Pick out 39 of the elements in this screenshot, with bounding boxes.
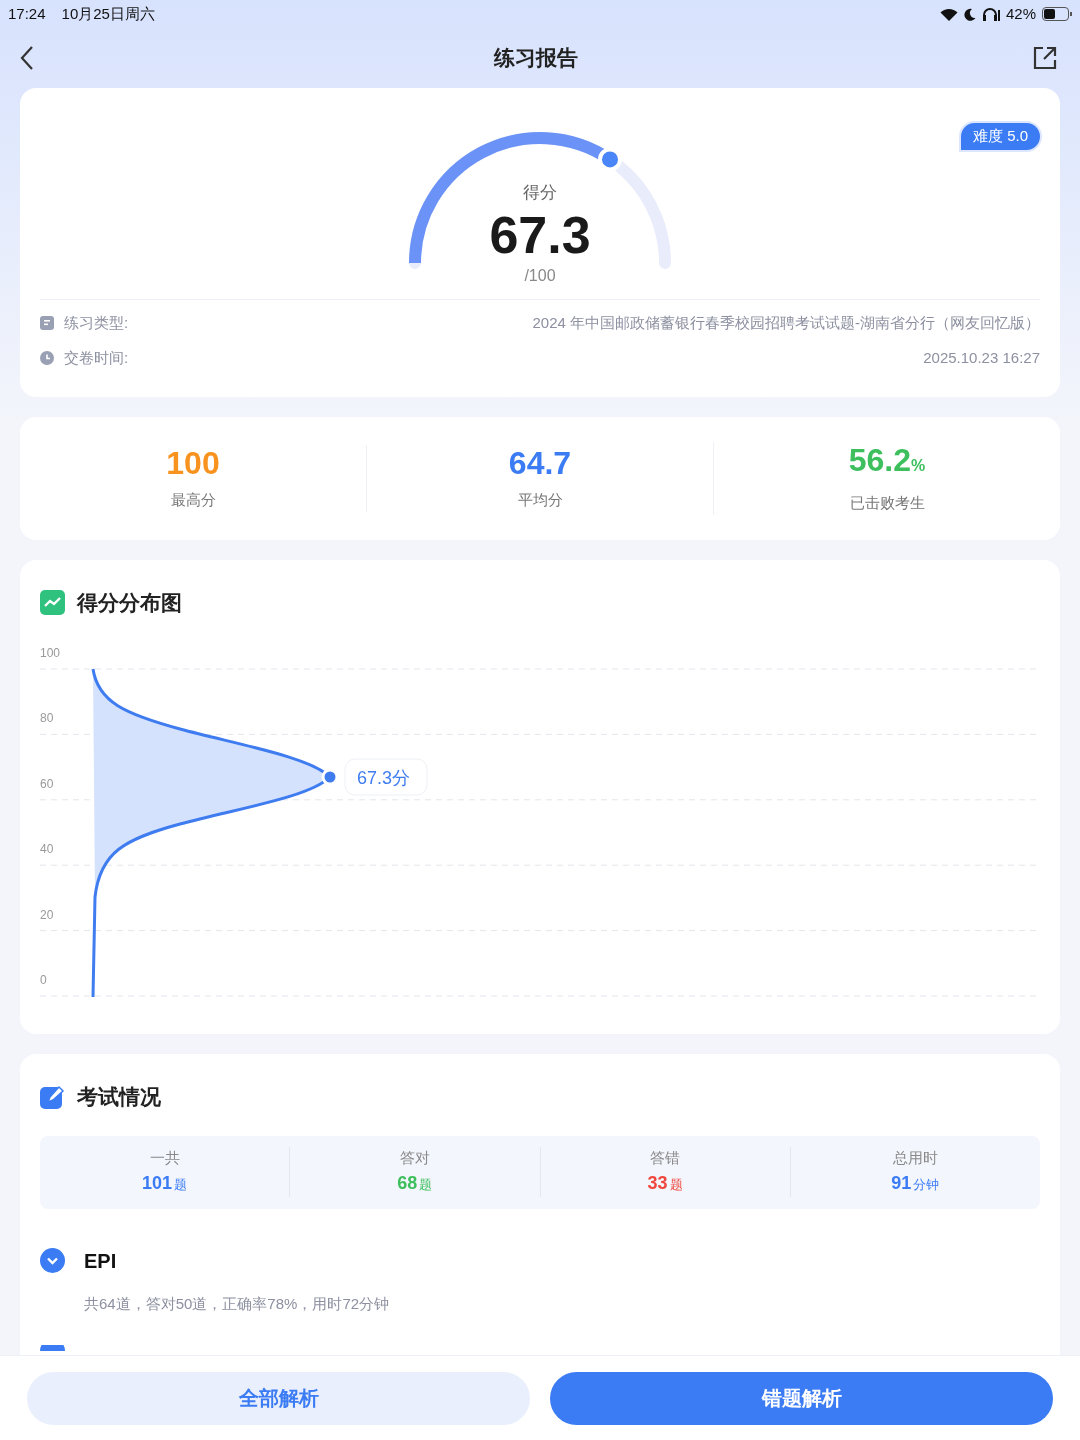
summary-value: 101题 xyxy=(142,1171,188,1195)
score-total: /100 xyxy=(524,265,556,286)
summary-label: 答错 xyxy=(650,1148,681,1169)
info-value: 2025.10.23 16:27 xyxy=(923,347,1040,368)
axis-label: 0 xyxy=(40,972,47,987)
summary-label: 答对 xyxy=(399,1148,430,1169)
section-name: EPI xyxy=(84,1248,117,1274)
primary-button[interactable]: 错题解析 xyxy=(550,1371,1053,1425)
summary-value: 91分钟 xyxy=(891,1171,940,1195)
summary-label: 总用时 xyxy=(892,1148,938,1169)
score-label: 得分 xyxy=(523,182,557,204)
axis-label: 60 xyxy=(40,776,54,791)
info-label: 练习类型: xyxy=(64,313,129,333)
stat-label: 已击败考生 xyxy=(849,493,925,514)
axis-label: 100 xyxy=(40,645,61,660)
stat-value: 64.7 xyxy=(508,445,572,482)
battery-percent: 42% xyxy=(1005,3,1036,24)
info-value: 2024 年中国邮政储蓄银行春季校园招聘考试试题-湖南省分行（网友回忆版） xyxy=(532,313,1040,333)
axis-label: 20 xyxy=(40,907,54,922)
marker-label: 67.3分 xyxy=(357,767,411,788)
summary-value: 68题 xyxy=(397,1171,433,1195)
status-date: 10月25日周六 xyxy=(61,3,155,24)
axis-label: 40 xyxy=(40,841,54,856)
secondary-button[interactable]: 全部解析 xyxy=(27,1371,530,1425)
status-time: 17:24 xyxy=(8,3,46,24)
summary-value: 33 题 xyxy=(647,1171,683,1195)
section-title: 得分分布图 xyxy=(77,590,182,616)
section-detail: 共64道，答对50道，正确率78%，用时72分钟 xyxy=(84,1293,391,1314)
section-title: 考试情况 xyxy=(77,1084,161,1110)
stat-value: 56.2% xyxy=(848,442,926,481)
difficulty-badge: 难度 5.0 xyxy=(958,121,1042,152)
stat-label: 最高分 xyxy=(170,490,216,511)
stat-value: 100 xyxy=(166,445,220,482)
axis-label: 80 xyxy=(40,710,54,725)
score-value: 67.3 xyxy=(489,205,591,264)
stat-label: 平均分 xyxy=(517,490,563,511)
page-title: 练习报告 xyxy=(494,45,578,72)
info-label: 交卷时间: xyxy=(64,347,129,368)
summary-label: 一共 xyxy=(149,1148,180,1169)
